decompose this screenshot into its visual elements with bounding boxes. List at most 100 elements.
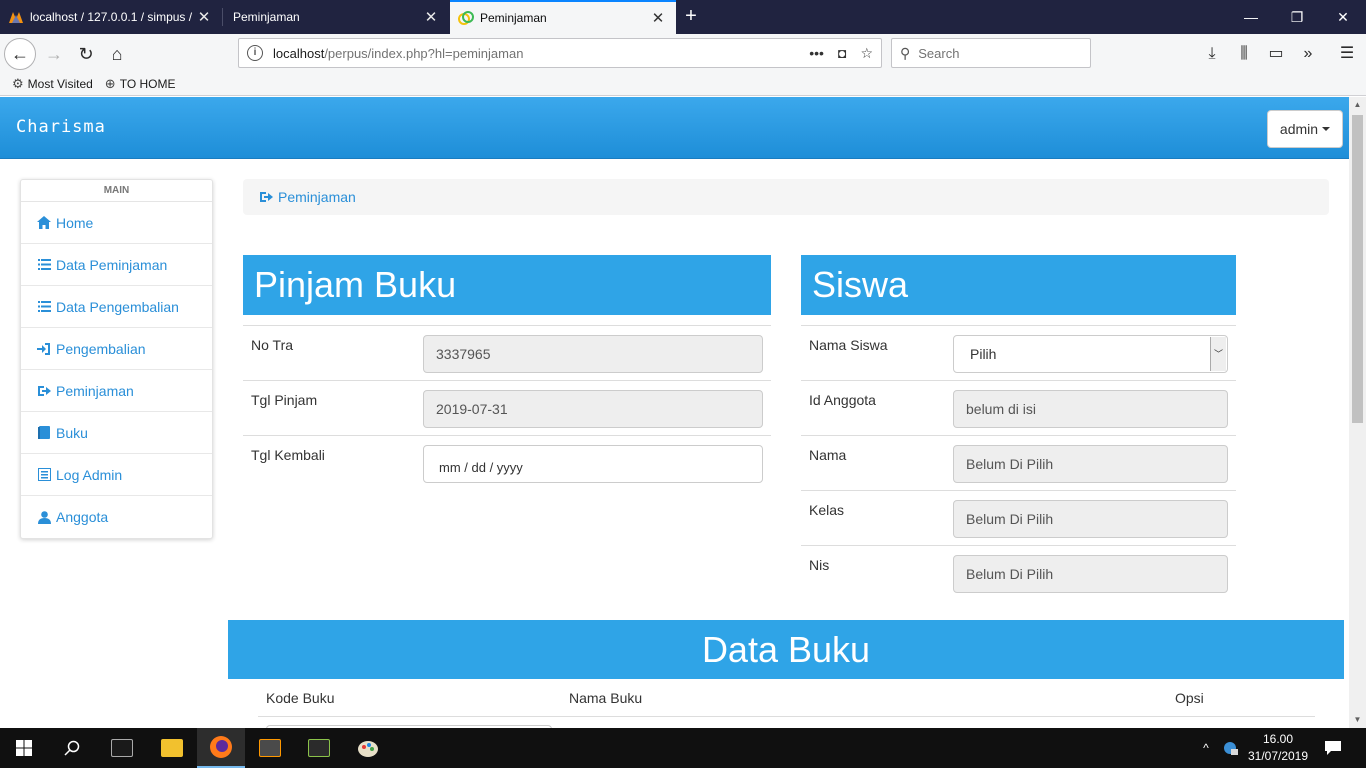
tgl-pinjam-field[interactable]: 2019-07-31: [423, 390, 763, 428]
bookmark-to-home[interactable]: ⊕ TO HOME: [105, 76, 176, 92]
form-row-no-tra: No Tra 3337965: [243, 325, 771, 380]
kelas-field[interactable]: Belum Di Pilih: [953, 500, 1228, 538]
sidebar-item-peminjaman[interactable]: Peminjaman: [21, 370, 212, 412]
close-icon[interactable]: ✕: [423, 8, 439, 26]
nis-field[interactable]: Belum Di Pilih: [953, 555, 1228, 593]
sidebar-menu: MAIN Home Data Peminjaman Data Pengembal…: [20, 179, 213, 539]
sidebar-icon[interactable]: ▭: [1262, 40, 1290, 68]
sidebar-item-log-admin[interactable]: Log Admin: [21, 454, 212, 496]
menu-icon[interactable]: ☰: [1333, 40, 1361, 68]
field-label: Tgl Pinjam: [251, 392, 318, 408]
sidebar-item-data-pengembalian[interactable]: Data Pengembalian: [21, 286, 212, 328]
list-alt-icon: [36, 468, 52, 481]
start-button[interactable]: [0, 728, 48, 768]
bookmark-star-icon[interactable]: ☆: [860, 45, 873, 62]
file-explorer-button[interactable]: [148, 728, 196, 768]
page-actions-icon[interactable]: •••: [809, 45, 824, 62]
bookmark-most-visited[interactable]: ⚙ Most Visited: [12, 76, 93, 92]
sidebar-item-pengembalian[interactable]: Pengembalian: [21, 328, 212, 370]
home-button[interactable]: ⌂: [103, 40, 131, 68]
loading-icon: [458, 11, 474, 25]
taskbar-clock[interactable]: 16.00 31/07/2019: [1242, 731, 1314, 765]
form-row-id-anggota: Id Anggota belum di isi: [801, 380, 1236, 435]
data-buku-title: Data Buku: [228, 620, 1344, 679]
sidebar-item-home[interactable]: Home: [21, 202, 212, 244]
page-viewport: Charisma admin MAIN Home Data Peminjaman…: [0, 97, 1349, 728]
tab-title: localhost / 127.0.0.1 / simpus / ...: [30, 10, 196, 24]
new-tab-button[interactable]: +: [680, 4, 702, 28]
user-menu-button[interactable]: admin: [1267, 110, 1343, 148]
info-icon[interactable]: i: [247, 45, 263, 61]
bookmark-label: Most Visited: [27, 76, 93, 91]
sidebar-item-anggota[interactable]: Anggota: [21, 496, 212, 538]
id-anggota-field[interactable]: belum di isi: [953, 390, 1228, 428]
minimize-icon[interactable]: —: [1228, 0, 1274, 34]
paint-app-button[interactable]: [344, 728, 392, 768]
scroll-up-icon[interactable]: ▲: [1349, 97, 1366, 113]
sidebar-item-buku[interactable]: Buku: [21, 412, 212, 454]
scroll-thumb[interactable]: [1352, 115, 1363, 423]
field-label: No Tra: [251, 337, 294, 353]
sidebar-item-label: Home: [56, 214, 94, 231]
tgl-kembali-date-input[interactable]: mm / dd / yyyy: [423, 445, 763, 483]
restore-icon[interactable]: ❐: [1274, 0, 1320, 34]
tab-peminjaman[interactable]: Peminjaman ✕: [223, 0, 449, 34]
sidebar-item-label: Peminjaman: [56, 382, 134, 399]
firefox-app-button[interactable]: [197, 728, 245, 768]
browser-tab-bar: localhost / 127.0.0.1 / simpus / ... ✕ P…: [0, 0, 1366, 34]
no-tra-field[interactable]: 3337965: [423, 335, 763, 373]
video-editor-app-button[interactable]: [295, 728, 343, 768]
close-icon[interactable]: ✕: [650, 9, 666, 27]
search-icon: [64, 740, 80, 756]
url-path: /perpus/index.php?hl=peminjaman: [324, 45, 524, 61]
nama-field[interactable]: Belum Di Pilih: [953, 445, 1228, 483]
windows-taskbar: ^ 16.00 31/07/2019: [0, 728, 1366, 768]
terminal-icon: [111, 739, 133, 757]
page-scrollbar[interactable]: ▲ ▼: [1349, 97, 1366, 728]
reload-button[interactable]: ↻: [72, 40, 100, 68]
breadcrumb-link[interactable]: Peminjaman: [278, 189, 356, 205]
brand-logo[interactable]: Charisma: [16, 117, 106, 137]
close-window-icon[interactable]: ✕: [1320, 0, 1366, 34]
select-value: Pilih: [970, 346, 997, 362]
field-label: Kelas: [809, 502, 845, 518]
network-globe-icon: [1224, 742, 1238, 755]
tab-peminjaman-active[interactable]: Peminjaman ✕: [450, 0, 676, 34]
download-icon[interactable]: ⤓: [1198, 40, 1226, 68]
sidebar-item-label: Data Peminjaman: [56, 256, 168, 273]
sidebar-header: MAIN: [21, 180, 212, 202]
field-label: Nama: [809, 447, 847, 463]
tab-phpmyadmin[interactable]: localhost / 127.0.0.1 / simpus / ... ✕: [0, 0, 222, 34]
scroll-down-icon[interactable]: ▼: [1349, 712, 1366, 728]
caret-down-icon: [1322, 127, 1331, 131]
forward-button[interactable]: →: [40, 40, 68, 68]
user-icon: [36, 510, 52, 524]
notifications-icon[interactable]: [1316, 728, 1350, 768]
url-bar[interactable]: i localhost/perpus/index.php?hl=peminjam…: [238, 38, 882, 68]
log-in-icon: [36, 342, 52, 355]
search-input[interactable]: ⚲ Search: [891, 38, 1091, 68]
sublime-text-icon: [259, 739, 281, 757]
close-icon[interactable]: ✕: [196, 8, 212, 26]
field-label: Tgl Kembali: [251, 447, 325, 463]
breadcrumb: Peminjaman: [243, 179, 1329, 215]
sublime-app-button[interactable]: [246, 728, 294, 768]
sidebar-item-label: Anggota: [56, 509, 109, 525]
pocket-icon[interactable]: ◘: [838, 45, 846, 62]
sidebar-item-data-peminjaman[interactable]: Data Peminjaman: [21, 244, 212, 286]
back-button[interactable]: ←: [4, 38, 36, 70]
column-header-opsi: Opsi: [1175, 690, 1204, 706]
book-icon: [36, 426, 52, 439]
nama-siswa-select[interactable]: Pilih ﹀: [953, 335, 1228, 373]
form-row-tgl-pinjam: Tgl Pinjam 2019-07-31: [243, 380, 771, 435]
library-icon[interactable]: ⫼: [1230, 40, 1258, 68]
search-placeholder: Search: [918, 45, 960, 61]
home-icon: [36, 216, 52, 229]
terminal-app-button[interactable]: [98, 728, 146, 768]
chevron-up-icon[interactable]: ^: [1196, 728, 1216, 768]
overflow-icon[interactable]: »: [1294, 40, 1322, 68]
network-icon[interactable]: [1218, 728, 1242, 768]
search-taskbar-button[interactable]: [48, 728, 96, 768]
sidebar-item-label: Buku: [56, 424, 88, 441]
list-icon: [36, 301, 52, 312]
